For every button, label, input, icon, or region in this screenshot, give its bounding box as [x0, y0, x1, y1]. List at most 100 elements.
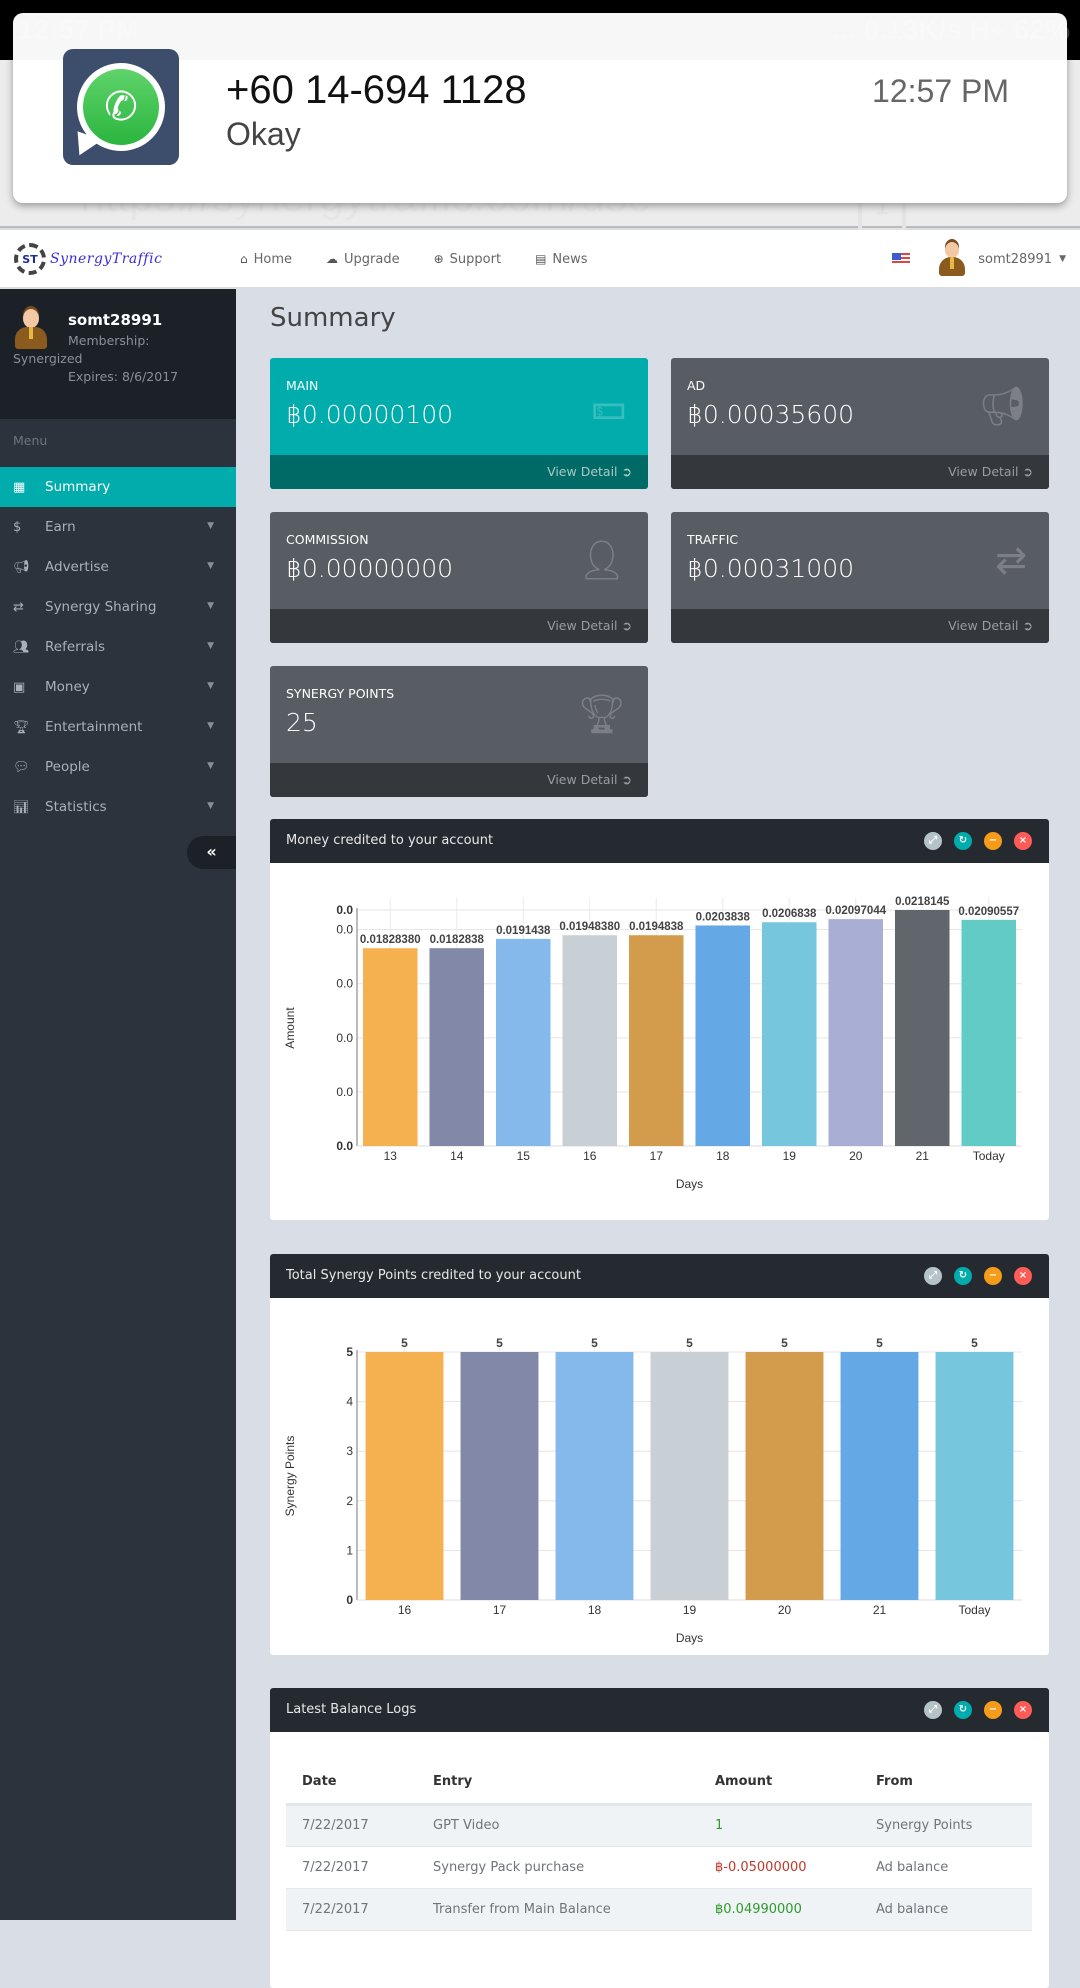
user-avatar[interactable] [938, 242, 966, 276]
stat-value: ฿0.00000100 [286, 400, 454, 429]
collapse-icon[interactable]: − [984, 1701, 1002, 1719]
cell-from: Synergy Points [860, 1804, 1032, 1847]
bar-today [935, 1352, 1014, 1600]
remove-icon[interactable]: × [1014, 1267, 1032, 1285]
bar-21 [894, 910, 950, 1146]
y-tick-label: 1 [346, 1543, 353, 1557]
sidebar-collapse-button[interactable]: « [187, 836, 236, 869]
nav-news[interactable]: ▤ News [535, 252, 587, 267]
expand-icon[interactable]: ⤢ [924, 1701, 942, 1719]
panel-header: Money credited to your account ⤢ ↻ − × [270, 819, 1049, 863]
nav-upgrade-label: Upgrade [344, 251, 400, 267]
view-detail-link[interactable]: View Detail ➲ [270, 609, 648, 643]
sidebar-item-label: Advertise [45, 559, 109, 575]
remove-icon[interactable]: × [1014, 1701, 1032, 1719]
sidebar-item-summary[interactable]: ▦ Summary [0, 467, 236, 507]
x-tick-label: 14 [450, 1149, 464, 1163]
bullhorn-icon: 📢︎ [978, 384, 1027, 428]
nav-upgrade[interactable]: ☁ Upgrade [326, 252, 400, 267]
bar-value-label: 5 [496, 1336, 503, 1350]
collapse-icon[interactable]: − [984, 1267, 1002, 1285]
x-tick-label: Today [973, 1149, 1005, 1163]
us-flag-icon[interactable] [892, 253, 911, 265]
caret-down-icon[interactable]: ▼ [1059, 254, 1066, 264]
y-axis-title: Synergy Points [283, 1436, 297, 1517]
x-tick-label: 19 [783, 1149, 797, 1163]
reload-icon[interactable]: ↻ [954, 832, 972, 850]
bar-value-label: 5 [876, 1336, 883, 1350]
sidebar-item-statistics[interactable]: 📊︎ Statistics ▼ [0, 787, 236, 827]
reload-icon[interactable]: ↻ [954, 1701, 972, 1719]
bar-value-label: 5 [686, 1336, 693, 1350]
panel-title: Total Synergy Points credited to your ac… [286, 1268, 581, 1283]
view-detail-link[interactable]: View Detail ➲ [270, 763, 648, 797]
x-axis-title: Days [676, 1631, 703, 1645]
y-tick-label: 0.0 [336, 1139, 353, 1153]
arrow-circle-right-icon: ➲ [1022, 618, 1033, 633]
sidebar-item-money[interactable]: ▣ Money ▼ [0, 667, 236, 707]
bar-value-label: 5 [401, 1336, 408, 1350]
expand-icon[interactable]: ⤢ [924, 832, 942, 850]
reload-icon[interactable]: ↻ [954, 1267, 972, 1285]
bar-19 [650, 1352, 729, 1600]
col-date: Date [286, 1760, 417, 1806]
sidebar-item-synergy-sharing[interactable]: ⇄ Synergy Sharing ▼ [0, 587, 236, 627]
sidebar-item-referrals[interactable]: 👥︎ Referrals ▼ [0, 627, 236, 667]
x-tick-label: 15 [517, 1149, 531, 1163]
user-menu-name[interactable]: somt28991 [978, 252, 1052, 267]
nav-support[interactable]: ⊕ Support [434, 252, 501, 267]
money-icon: ▣ [13, 679, 26, 695]
x-tick-label: 16 [398, 1603, 412, 1617]
y-tick-label: 0.0 [336, 977, 353, 991]
exchange-icon: ⇄ [13, 599, 24, 615]
caret-down-icon: ▼ [207, 721, 214, 731]
sidebar-item-advertise[interactable]: 📢︎ Advertise ▼ [0, 547, 236, 587]
col-entry: Entry [417, 1760, 699, 1806]
x-tick-label: 17 [650, 1149, 664, 1163]
view-detail-link[interactable]: View Detail ➲ [270, 455, 648, 489]
col-from: From [860, 1760, 1032, 1806]
bar-value-label: 0.0182838 [430, 934, 485, 946]
whatsapp-notification[interactable]: ✆ +60 14-694 1128 Okay 12:57 PM [13, 13, 1067, 203]
bar-value-label: 0.0194838 [629, 921, 684, 933]
bar-18 [695, 925, 751, 1146]
panel-title: Latest Balance Logs [286, 1702, 417, 1717]
cell-entry: Transfer from Main Balance [417, 1888, 699, 1931]
life-ring-icon: ⊕ [433, 252, 444, 266]
expand-icon[interactable]: ⤢ [924, 1267, 942, 1285]
cell-amount: ฿-0.05000000 [699, 1846, 860, 1889]
remove-icon[interactable]: × [1014, 832, 1032, 850]
nav-home[interactable]: ⌂ Home [240, 252, 292, 267]
bar-16 [365, 1352, 444, 1600]
sidebar-item-label: Earn [45, 519, 76, 535]
bar-value-label: 0.02090557 [958, 906, 1019, 918]
bar-17 [460, 1352, 539, 1600]
sidebar-item-label: Referrals [45, 639, 106, 655]
gear-logo-icon: ST [14, 243, 46, 275]
view-detail-label: View Detail [547, 618, 618, 633]
stat-value: ฿0.00000000 [286, 554, 454, 583]
sidebar-item-people[interactable]: 💬︎ People ▼ [0, 747, 236, 787]
stat-card-main: MAIN ฿0.00000100 💵︎ View Detail ➲ [270, 358, 648, 489]
brand-logo[interactable]: ST SynergyTraffic [14, 242, 162, 276]
y-tick-label: 2 [346, 1494, 353, 1508]
sidebar-item-earn[interactable]: $ Earn ▼ [0, 507, 236, 547]
whatsapp-icon: ✆ [63, 49, 179, 165]
y-tick-label: 4 [346, 1395, 353, 1409]
table-row: 7/22/2017 GPT Video 1 Synergy Points [286, 1804, 1032, 1847]
caret-down-icon: ▼ [207, 641, 214, 651]
sidebar-item-entertainment[interactable]: 🏆︎ Entertainment ▼ [0, 707, 236, 747]
x-tick-label: 18 [588, 1603, 602, 1617]
x-tick-label: 21 [873, 1603, 887, 1617]
notification-message: Okay [226, 116, 301, 152]
stat-label: SYNERGY POINTS [286, 686, 395, 701]
bar-value-label: 0.0218145 [895, 896, 950, 908]
dollar-icon: $ [13, 519, 22, 535]
collapse-icon[interactable]: − [984, 832, 1002, 850]
caret-down-icon: ▼ [207, 561, 214, 571]
view-detail-link[interactable]: View Detail ➲ [671, 455, 1049, 489]
cell-entry: GPT Video [417, 1804, 699, 1847]
bar-value-label: 0.02097044 [825, 905, 886, 917]
bar-value-label: 0.01828380 [360, 934, 421, 946]
view-detail-link[interactable]: View Detail ➲ [671, 609, 1049, 643]
